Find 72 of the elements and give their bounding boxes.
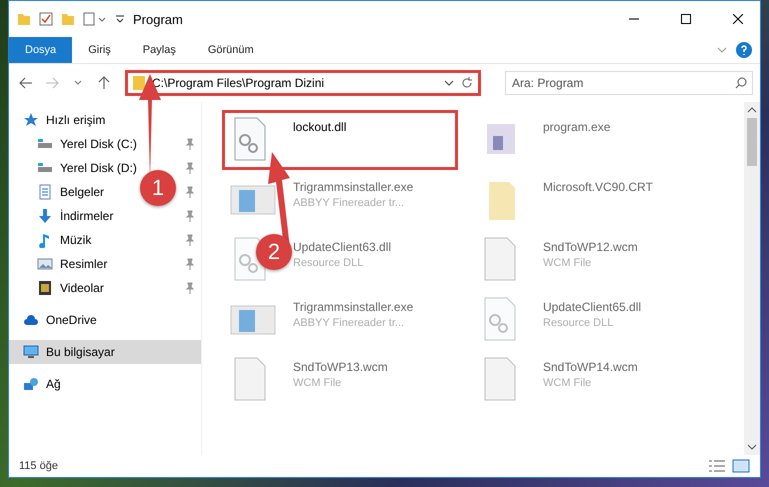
scrollbar[interactable] [744, 102, 760, 455]
cloud-icon [23, 312, 39, 328]
pin-icon [185, 258, 195, 270]
maximize-icon [681, 14, 691, 24]
pin-icon [185, 162, 195, 174]
window-title: Program [133, 12, 184, 26]
pin-icon [185, 186, 195, 198]
pin-icon [185, 282, 195, 294]
sidebar-item[interactable]: Resimler [37, 252, 108, 276]
scrollbar-thumb[interactable] [747, 118, 757, 166]
sidebar-item[interactable]: Belgeler [37, 180, 104, 204]
down-arrow-icon [37, 208, 53, 224]
search-field[interactable]: Ara: Program [505, 71, 753, 95]
left-arrow-icon [19, 77, 33, 89]
star-icon [23, 112, 39, 128]
ribbon-tab[interactable]: Görünüm [192, 37, 270, 63]
item-count: 115 öğe [19, 460, 59, 472]
properties-icon[interactable] [83, 12, 107, 26]
refresh-icon[interactable] [460, 76, 474, 90]
ribbon-tab[interactable]: Paylaş [126, 37, 192, 63]
sidebar-item[interactable]: Müzik [37, 228, 92, 252]
pin-icon [185, 234, 195, 246]
up-arrow-icon [98, 76, 110, 90]
checklist-icon[interactable] [39, 12, 53, 26]
details-view-icon[interactable] [708, 459, 726, 473]
file-name[interactable]: SndToWP13.wcm [293, 360, 388, 374]
close-icon [733, 14, 743, 24]
ribbon-tab[interactable]: Dosya [9, 37, 72, 63]
network-icon [23, 376, 39, 392]
document-icon [37, 184, 53, 200]
file-name[interactable]: UpdateClient65.dll [543, 300, 642, 314]
right-arrow-icon [45, 77, 59, 89]
file-type: ABBYY Finereader tr... [293, 317, 406, 329]
sidebar-item[interactable]: İndirmeler [37, 204, 114, 228]
picture-icon [37, 256, 53, 272]
file-name[interactable]: UpdateClient63.dll [293, 240, 392, 254]
search-icon [735, 77, 747, 89]
file-name[interactable]: Trigrammsinstaller.exe [293, 180, 414, 194]
sidebar-item[interactable]: OneDrive [23, 308, 97, 332]
scroll-up-icon[interactable] [747, 106, 757, 114]
file-name[interactable]: Microsoft.VC90.CRT [543, 180, 653, 194]
file-name[interactable]: program.exe [543, 120, 610, 134]
file-name[interactable]: Trigrammsinstaller.exe [293, 300, 414, 314]
chevron-down-icon [74, 80, 82, 86]
ribbon-tab[interactable]: Giriş [72, 37, 127, 63]
folder-icon [17, 12, 31, 26]
folder-icon [132, 75, 146, 91]
sidebar-item[interactable]: Ağ [23, 372, 61, 396]
file-name[interactable]: SndToWP12.wcm [543, 240, 638, 254]
sidebar-item[interactable]: Yerel Disk (D:) [37, 156, 137, 180]
pin-icon [185, 210, 195, 222]
sidebar-item[interactable]: Hızlı erişim [23, 108, 106, 132]
file-type: WCM File [293, 377, 342, 389]
address-bar[interactable]: C:\Program Files\Program Dizini [125, 70, 481, 96]
help-icon[interactable] [736, 42, 752, 58]
dropdown-icon[interactable] [115, 14, 125, 24]
file-name[interactable]: SndToWP14.wcm [543, 360, 638, 374]
file-type: WCM File [543, 257, 592, 269]
monitor-icon [23, 344, 39, 360]
chevron-down-icon[interactable] [444, 79, 454, 87]
file-type: WCM File [543, 377, 592, 389]
thumbnail-view-icon[interactable] [732, 459, 750, 473]
sidebar-item[interactable]: Yerel Disk (C:) [37, 132, 137, 156]
scroll-down-icon[interactable] [747, 443, 757, 451]
sidebar-item[interactable]: Bu bilgisayar [23, 340, 115, 364]
file-name[interactable]: lockout.dll [293, 120, 346, 134]
file-type: ABBYY Finereader tr... [293, 197, 406, 209]
file-type: Resource DLL [293, 257, 364, 269]
film-icon [37, 280, 53, 296]
sidebar-item[interactable]: Videolar [37, 276, 104, 300]
file-type: Resource DLL [543, 317, 614, 329]
pin-icon [185, 138, 195, 150]
